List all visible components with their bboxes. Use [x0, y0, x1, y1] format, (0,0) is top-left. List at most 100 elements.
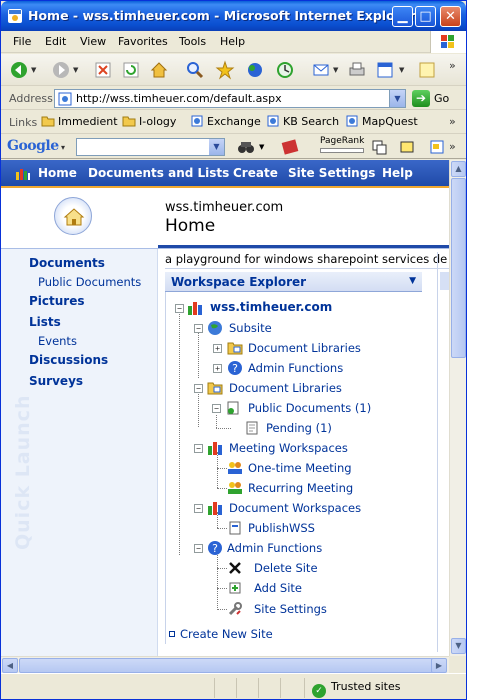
tree-add-site[interactable]: Add Site: [254, 581, 302, 595]
tree-admin-functions[interactable]: Admin Functions: [227, 541, 322, 555]
create-new-site-link[interactable]: Create New Site: [169, 627, 273, 641]
binoculars-icon[interactable]: [237, 139, 255, 155]
edit-dropdown-icon[interactable]: ▼: [399, 66, 404, 74]
back-dropdown-icon[interactable]: ▼: [31, 66, 36, 74]
ql-pictures[interactable]: Pictures: [29, 294, 85, 308]
go-button[interactable]: Go: [434, 92, 449, 105]
menu-favorites[interactable]: Favorites: [118, 35, 168, 48]
menu-help[interactable]: Help: [220, 35, 245, 48]
mail-dropdown-icon[interactable]: ▼: [333, 66, 338, 74]
tree-delete-site[interactable]: Delete Site: [254, 561, 318, 575]
collapse-public-documents-icon[interactable]: −: [212, 404, 221, 413]
collapse-root-icon[interactable]: −: [175, 304, 184, 313]
collapse-admin-functions-icon[interactable]: −: [194, 544, 203, 553]
search-icon[interactable]: [185, 60, 205, 80]
ql-discussions[interactable]: Discussions: [29, 353, 108, 367]
forward-dropdown-icon[interactable]: ▼: [73, 66, 78, 74]
history-icon[interactable]: [275, 60, 295, 80]
tree-document-libraries[interactable]: Document Libraries: [229, 381, 342, 395]
go-arrow-icon[interactable]: ➔: [412, 90, 430, 107]
tree-recurring-meeting[interactable]: Recurring Meeting: [248, 481, 353, 495]
minimize-button[interactable]: ▁: [392, 6, 413, 27]
ql-lists[interactable]: Lists: [29, 315, 61, 329]
menu-edit[interactable]: Edit: [45, 35, 66, 48]
collapse-meeting-workspaces-icon[interactable]: −: [194, 444, 203, 453]
print-icon[interactable]: [347, 60, 367, 80]
tree-public-documents[interactable]: Public Documents (1): [248, 401, 371, 415]
web-part-menu-icon[interactable]: ▼: [409, 276, 416, 286]
sp-nav-site-settings[interactable]: Site Settings: [288, 166, 375, 180]
tree-subsite-document-libraries[interactable]: Document Libraries: [248, 341, 361, 355]
news-icon[interactable]: [281, 139, 299, 155]
vertical-scroll-thumb[interactable]: [451, 178, 466, 358]
back-icon[interactable]: [9, 60, 29, 80]
link-kb-search[interactable]: KB Search: [266, 115, 339, 128]
highlight-icon[interactable]: [399, 139, 415, 155]
media-icon[interactable]: [245, 60, 265, 80]
close-button[interactable]: ✕: [440, 6, 461, 27]
address-dropdown-icon[interactable]: ▼: [389, 90, 405, 107]
expand-subsite-admin-icon[interactable]: +: [213, 364, 222, 373]
collapse-doclibs-icon[interactable]: −: [194, 384, 203, 393]
scroll-up-icon[interactable]: ▲: [451, 161, 466, 177]
forward-icon[interactable]: [51, 60, 71, 80]
site-home-icon[interactable]: [54, 197, 92, 235]
collapse-subsite-icon[interactable]: −: [194, 324, 203, 333]
scroll-right-icon[interactable]: ▶: [431, 658, 447, 673]
google-overflow-icon[interactable]: »: [449, 140, 456, 153]
tree-meeting-workspaces[interactable]: Meeting Workspaces: [229, 441, 348, 455]
sp-nav-home[interactable]: Home: [38, 166, 77, 180]
sp-nav-create[interactable]: Create: [233, 166, 278, 180]
menu-tools[interactable]: Tools: [179, 35, 206, 48]
collapse-document-workspaces-icon[interactable]: −: [194, 504, 203, 513]
mail-icon[interactable]: [311, 60, 331, 80]
ql-documents[interactable]: Documents: [29, 256, 105, 270]
tree-pending[interactable]: Pending (1): [266, 421, 332, 435]
security-zone[interactable]: ✓ Trusted sites: [312, 680, 401, 698]
link-mapquest[interactable]: MapQuest: [345, 115, 418, 128]
menu-file[interactable]: File: [13, 35, 31, 48]
ql-events[interactable]: Events: [38, 334, 77, 348]
edit-icon[interactable]: [375, 60, 395, 80]
sp-nav-documents-and-lists[interactable]: Documents and Lists: [88, 166, 229, 180]
tree-subsite[interactable]: Subsite: [229, 321, 272, 335]
search-dropdown-icon[interactable]: ▼: [259, 143, 264, 151]
sp-nav-help[interactable]: Help: [382, 166, 413, 180]
tree-site-settings[interactable]: Site Settings: [254, 602, 327, 616]
horizontal-scroll-thumb[interactable]: [19, 658, 435, 673]
google-logo[interactable]: Google ▾: [7, 138, 65, 154]
google-search-input[interactable]: ▼: [76, 138, 225, 156]
tree-subsite-admin-functions[interactable]: Admin Functions: [248, 361, 343, 375]
vertical-scrollbar[interactable]: ▲ ▼: [449, 160, 466, 656]
favorites-icon[interactable]: [215, 60, 235, 80]
refresh-icon[interactable]: [121, 60, 141, 80]
tree-one-time-meeting[interactable]: One-time Meeting: [248, 461, 352, 475]
link-i-ology[interactable]: I-ology: [122, 115, 176, 128]
maximize-button[interactable]: □: [415, 6, 436, 27]
address-input[interactable]: http://wss.timheuer.com/default.aspx ▼: [54, 89, 406, 108]
tree-root[interactable]: wss.timheuer.com: [210, 300, 332, 314]
create-new-site-label: Create New Site: [180, 627, 273, 641]
tree-publishwss[interactable]: PublishWSS: [248, 521, 315, 535]
expand-subsite-doclibs-icon[interactable]: +: [213, 344, 222, 353]
title-bar[interactable]: Home - wss.timheuer.com - Microsoft Inte…: [1, 1, 466, 31]
horizontal-scrollbar[interactable]: ◀ ▶: [1, 656, 449, 673]
scroll-left-icon[interactable]: ◀: [2, 658, 18, 673]
home-icon[interactable]: [149, 60, 169, 80]
ql-surveys[interactable]: Surveys: [29, 374, 83, 388]
link-exchange[interactable]: Exchange: [190, 115, 261, 128]
scroll-down-icon[interactable]: ▼: [451, 638, 466, 654]
menu-view[interactable]: View: [80, 35, 106, 48]
link-immedient[interactable]: Immedient: [41, 115, 118, 128]
google-search-dropdown-icon[interactable]: ▼: [209, 139, 224, 155]
tree-document-workspaces[interactable]: Document Workspaces: [229, 501, 361, 515]
google-menu-icon[interactable]: ▾: [59, 142, 65, 152]
workspace-explorer-header[interactable]: Workspace Explorer ▼: [165, 272, 422, 292]
ql-public-documents[interactable]: Public Documents: [38, 275, 141, 289]
page-info-icon[interactable]: [371, 139, 387, 155]
stop-icon[interactable]: [93, 60, 113, 80]
toolbar-overflow-icon[interactable]: »: [449, 59, 456, 72]
popup-blocker-icon[interactable]: [429, 139, 445, 155]
messenger-icon[interactable]: [417, 60, 437, 80]
links-overflow-icon[interactable]: »: [449, 115, 456, 128]
